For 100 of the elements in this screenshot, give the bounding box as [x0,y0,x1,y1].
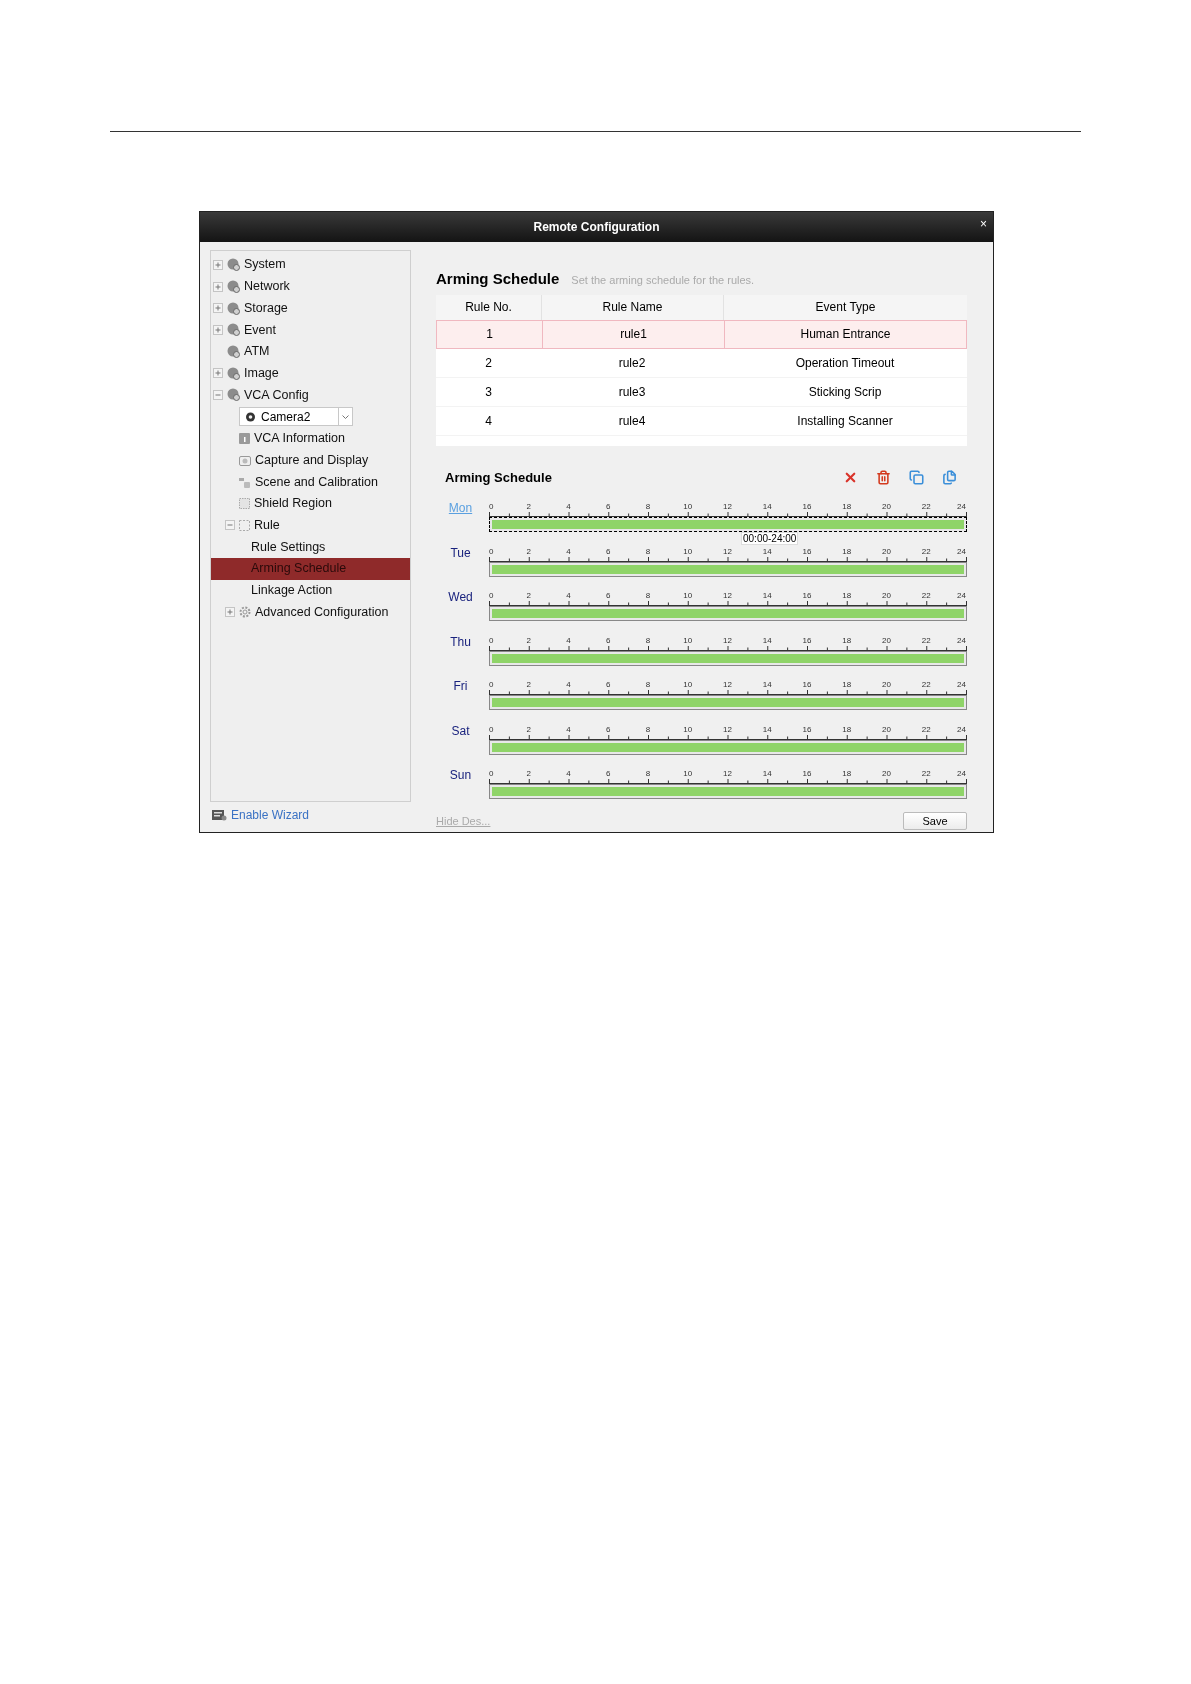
tree-item[interactable]: VCA Information [211,427,410,450]
tick-label: 18 [842,769,852,778]
collapse-icon[interactable] [213,389,223,400]
expand-icon[interactable] [225,607,235,618]
table-row[interactable]: 1 rule1 Human Entrance [436,319,967,349]
globe-gear-icon [227,366,240,380]
tick-label: 22 [921,546,931,556]
day-label[interactable]: Sun [436,766,485,784]
day-label[interactable]: Fri [436,677,485,695]
column-header: Rule No. [464,299,513,316]
tick-label: 4 [566,680,571,689]
tree-item[interactable]: Rule Settings [211,536,410,558]
table-cell-text: Operation Timeout [794,354,896,372]
tick-label: 22 [921,769,931,778]
paste-icon[interactable] [942,469,957,485]
tick-label: 12 [723,680,732,689]
tick-label: 6 [606,724,611,734]
tick-label: 16 [802,502,812,511]
tick-label: 20 [882,591,891,600]
tick-label: 10 [683,769,693,778]
tree-item[interactable]: Network [211,275,410,298]
tick-label: 14 [762,635,772,645]
tick-label: 10 [683,502,693,511]
table-row[interactable]: 3 rule3 Sticking Scrip [436,377,967,407]
expand-icon[interactable] [213,324,223,335]
tree-item[interactable]: Linkage Action [211,579,410,602]
table-cell-text: 2 [484,354,493,372]
tick-label: 2 [526,591,531,600]
table-cell-text: rule2 [617,354,647,372]
schedule-title: Arming Schedule [445,468,553,487]
tick-label: 6 [606,769,611,778]
tick-label: 16 [802,635,812,645]
window-title: Remote Configuration [533,219,660,236]
tree-item[interactable]: Advanced Configuration [211,601,410,623]
tick-label: 4 [566,635,571,645]
copy-icon[interactable] [909,469,924,485]
calibration-icon [239,476,251,488]
tree-item[interactable]: Event [211,319,410,341]
tick-label: 20 [882,546,891,556]
tick-label: 0 [489,546,494,556]
delete-icon[interactable] [876,469,891,485]
tick-label: 8 [645,591,651,600]
tick-label: 18 [842,680,852,689]
collapse-icon[interactable] [225,520,235,531]
save-button[interactable]: Save [903,812,967,830]
section-title: Arming Schedule [436,269,560,289]
close-button[interactable]: × [978,218,989,230]
gear-icon [239,606,251,619]
tick-label: 8 [645,546,651,556]
tick-label: 14 [762,546,772,556]
tree-item[interactable]: VCA Config [211,384,410,406]
tick-label: 20 [882,502,891,511]
day-label[interactable]: Thu [436,632,485,651]
tick-label: 18 [842,635,852,645]
tree-item[interactable]: System [211,254,410,276]
table-row[interactable]: 4 rule4 Installing Scanner [436,406,967,436]
tick-label: 12 [723,546,732,556]
table-cell-text: Sticking Scrip [807,383,883,401]
day-label[interactable]: Sat [436,721,485,740]
tree-item[interactable]: Shield Region [211,492,410,515]
tick-label: 8 [645,635,651,645]
tick-label: 24 [957,635,966,645]
tick-label: 18 [842,591,852,600]
day-label[interactable]: Tue [436,543,485,562]
table-row[interactable]: 2 rule2 Operation Timeout [436,348,967,378]
expand-icon[interactable] [213,368,223,379]
enable-wizard-link[interactable]: Enable Wizard [231,806,310,824]
column-header: Rule Name [541,294,723,320]
tick-label: 18 [842,724,852,734]
table-cell-text: 4 [484,412,493,430]
tick-label: 18 [842,502,852,511]
tick-label: 6 [606,680,611,689]
expand-icon[interactable] [213,281,223,292]
tick-label: 2 [526,502,531,511]
table-cell-text: Installing Scanner [796,412,894,430]
tick-label: 16 [802,724,812,734]
tick-label: 0 [489,502,494,511]
tick-label: 24 [957,724,966,734]
tick-label: 12 [723,502,732,511]
camera-icon [245,411,256,422]
tick-label: 0 [489,591,494,600]
tree-item[interactable]: Storage [211,297,410,320]
tree-item[interactable]: Image [211,362,410,385]
day-label[interactable]: Wed [436,588,485,606]
tree-item[interactable]: Rule [211,514,410,537]
tick-label: 14 [762,502,772,511]
tick-label: 14 [762,769,772,778]
tree-item[interactable]: ATM [211,340,410,363]
expand-icon[interactable] [213,303,223,314]
tree-item[interactable]: Scene and Calibration [211,471,410,493]
tick-label: 4 [566,591,571,600]
tick-label: 12 [723,724,732,734]
table-cell: Human Entrance [724,320,966,348]
tick-label: 8 [645,680,651,689]
globe-gear-icon [227,388,240,402]
expand-icon[interactable] [213,259,223,270]
tree-item[interactable]: Capture and Display [211,449,410,472]
tick-label: 20 [882,680,891,689]
camera-select[interactable]: Camera2 [239,407,353,427]
tick-label: 6 [606,635,611,645]
